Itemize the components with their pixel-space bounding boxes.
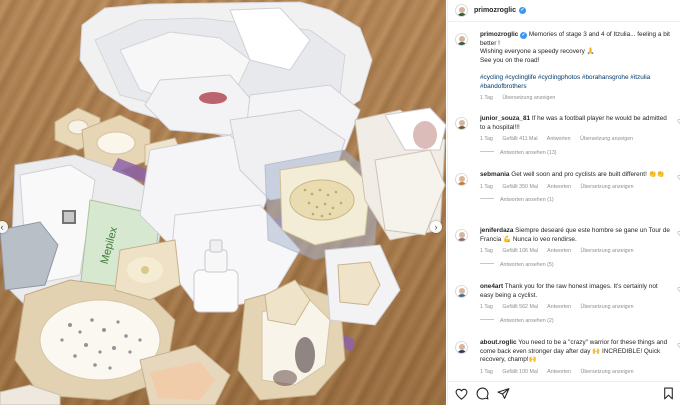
comment-username[interactable]: one4art [480,283,503,290]
avatar[interactable] [455,173,468,186]
view-replies-button[interactable]: Antworten ansehen (13) [480,149,672,158]
view-replies-button[interactable]: Antworten ansehen (1) [480,196,672,205]
comment-username[interactable]: junior_souza_81 [480,115,530,122]
caption-line-2: Wishing everyone a speedy recovery 🙏 [480,48,595,56]
heart-icon[interactable] [454,387,468,401]
comment-username[interactable]: about.roglic [480,339,517,346]
view-replies-label: Antworten ansehen (5) [500,261,554,268]
verified-badge-icon: ✓ [519,7,527,14]
comment-likes[interactable]: Gefällt 350 Mal [502,184,538,190]
comment-likes[interactable]: Gefällt 106 Mal [502,248,538,254]
comments-panel: primozroglic ✓ primozroglic ✓ Memories o… [447,0,680,405]
avatar[interactable] [455,341,468,354]
comment-username[interactable]: jeniferdaza [480,227,513,234]
avatar[interactable] [455,117,468,130]
post-action-bar [448,381,680,405]
verified-badge-icon: ✓ [520,32,528,39]
view-replies-label: Antworten ansehen (13) [500,149,557,156]
comment-time: 1 Tag [480,183,493,190]
translate-button[interactable]: Übersetzung anzeigen [581,304,634,310]
reply-button[interactable]: Antworten [547,304,571,310]
avatar[interactable] [455,285,468,298]
view-replies-label: Antworten ansehen (2) [500,317,554,324]
caption-hashtags[interactable]: #cycling #cyclinglife #cyclingphotos #bo… [480,74,672,91]
reply-button[interactable]: Antworten [547,248,571,254]
caption-username[interactable]: primozroglic [480,31,518,38]
post-photo: Mepilex ‹ › [0,0,446,405]
translate-button[interactable]: Übersetzung anzeigen [581,369,634,375]
caption-time: 1 Tag [480,95,493,102]
comment-likes[interactable]: Gefällt 100 Mal [502,369,538,375]
avatar[interactable] [455,33,468,46]
bookmark-icon[interactable] [661,387,675,401]
blood-stain [199,92,227,104]
comment-time: 1 Tag [480,136,493,143]
comment-text: Get well soon and pro cyclists are built… [511,171,665,178]
reply-button[interactable]: Antworten [547,136,571,142]
avatar[interactable] [455,4,468,17]
caption-line-3: See you on the road! [480,56,540,64]
caption-meta: 1 Tag Übersetzung anzeigen [480,94,672,103]
view-replies-button[interactable]: Antworten ansehen (5) [480,261,672,270]
next-image-button[interactable]: › [430,221,442,233]
comment-time: 1 Tag [480,304,493,311]
translate-button[interactable]: Übersetzung anzeigen [581,248,634,254]
avatar[interactable] [455,229,468,242]
comment-likes[interactable]: Gefällt 562 Mal [502,304,538,310]
share-icon[interactable] [496,387,510,401]
comment-icon[interactable] [475,387,489,401]
translate-button[interactable]: Übersetzung anzeigen [502,95,555,101]
comment-time: 1 Tag [480,368,493,375]
comment-likes[interactable]: Gefällt 411 Mal [502,136,537,142]
reply-button[interactable]: Antworten [547,184,571,190]
translate-button[interactable]: Übersetzung anzeigen [580,136,633,142]
translate-button[interactable]: Übersetzung anzeigen [581,184,634,190]
comments-list: primozroglic ✓ Memories of stage 3 and 4… [448,24,680,379]
reply-button[interactable]: Antworten [547,369,571,375]
spray-bottle [193,269,239,313]
photo-illustration: Mepilex [0,1,446,405]
view-replies-button[interactable]: Antworten ansehen (2) [480,317,672,326]
view-replies-label: Antworten ansehen (1) [500,197,554,204]
comment-text: Thank you for the raw honest images. It'… [480,283,658,299]
comment-time: 1 Tag [480,248,493,255]
comment-username[interactable]: sebmania [480,171,509,178]
post-author-username[interactable]: primozroglic [474,7,516,14]
post-header: primozroglic ✓ [448,0,680,22]
